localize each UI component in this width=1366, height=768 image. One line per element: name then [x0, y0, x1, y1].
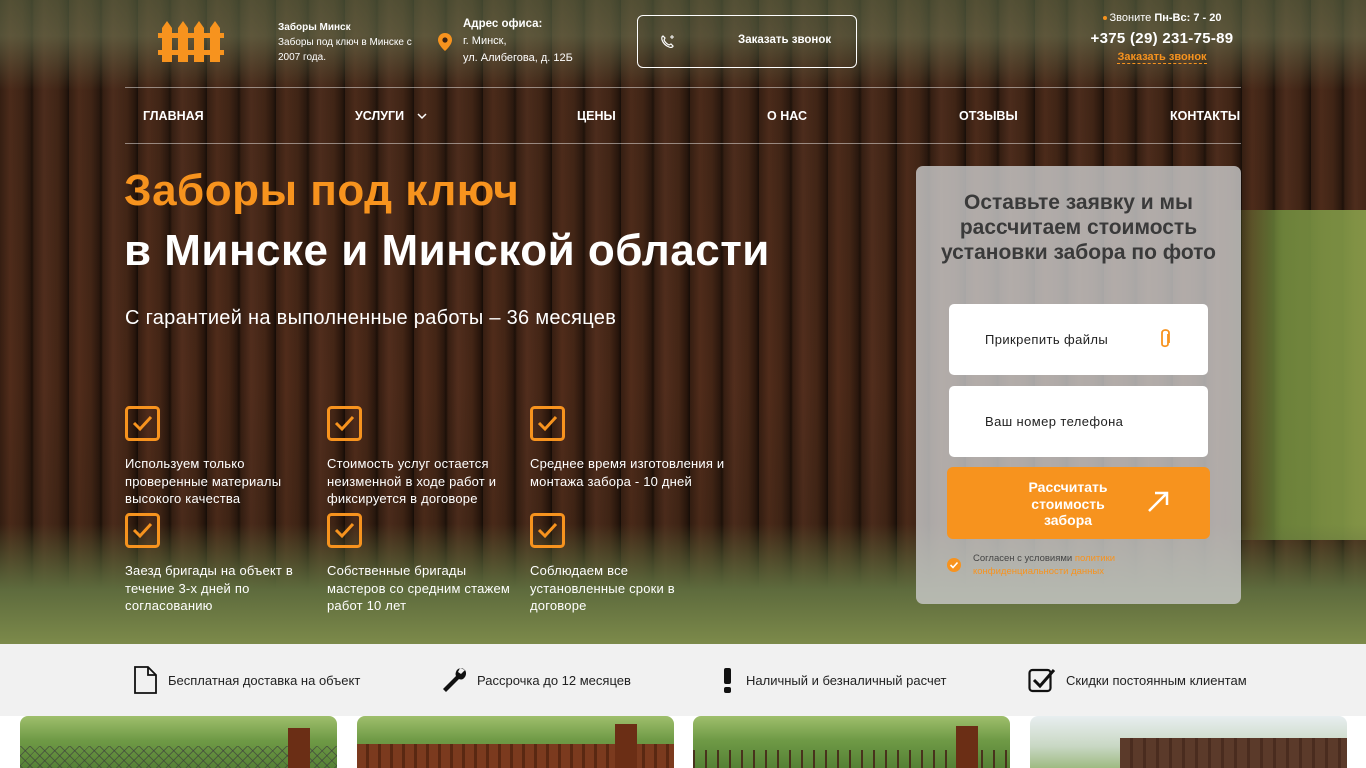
paperclip-icon[interactable]	[1158, 328, 1172, 350]
nav-item-about[interactable]: О НАС	[767, 109, 807, 123]
checkbox-icon	[125, 513, 160, 548]
fence-logo-icon[interactable]	[158, 18, 226, 64]
hero-section: Заборы Минск Заборы под ключ в Минске с …	[0, 0, 1366, 644]
checkbox-icon	[327, 513, 362, 548]
arrow-up-right-icon	[1148, 491, 1169, 512]
phone-handset-icon	[661, 35, 674, 49]
nav-item-services[interactable]: УСЛУГИ	[355, 109, 404, 123]
wrench-icon	[443, 668, 467, 692]
attach-files-field[interactable]: Прикрепить файлы	[949, 304, 1208, 375]
feature-text: Собственные бригады мастеров со средним …	[327, 563, 511, 613]
checkbox-icon	[530, 513, 565, 548]
hero-subtitle: С гарантией на выполненные работы – 36 м…	[125, 307, 617, 329]
benefit-label: Наличный и безналичный расчет	[746, 672, 947, 688]
checkbox-icon	[530, 406, 565, 441]
benefits-strip: Бесплатная доставка на объект Рассрочка …	[0, 644, 1366, 716]
calculate-price-button[interactable]: Рассчитать стоимость забора	[947, 467, 1210, 539]
checkbox-icon	[125, 406, 160, 441]
phone-input-placeholder: Ваш номер телефона	[985, 414, 1124, 429]
feature-item: Стоимость услуг остается неизменной в хо…	[327, 406, 522, 508]
benefit-item: Рассрочка до 12 месяцев	[441, 644, 631, 716]
work-hours: Звоните Пн-Вс: 7 - 20	[1082, 12, 1242, 24]
exclamation-icon	[724, 668, 731, 693]
phone-input[interactable]: Ваш номер телефона	[949, 386, 1208, 457]
feature-item: Заезд бригады на объект в течение 3-х дн…	[125, 513, 320, 615]
feature-item: Среднее время изготовления и монтажа заб…	[530, 406, 725, 490]
benefit-item: Скидки постоянным клиентам	[1028, 644, 1247, 716]
checkbox-icon	[1028, 668, 1056, 693]
feature-item: Соблюдаем все установленные сроки в дого…	[530, 513, 725, 615]
callback-button[interactable]: Заказать звонок	[637, 15, 857, 68]
product-card-picket[interactable]	[357, 716, 674, 768]
phone-block: Звоните Пн-Вс: 7 - 20 +375 (29) 231-75-8…	[1082, 12, 1242, 65]
benefit-label: Скидки постоянным клиентам	[1066, 672, 1247, 688]
address-label: Адрес офиса:	[463, 18, 543, 30]
form-title: Оставьте заявку и мы рассчитаем стоимост…	[940, 191, 1217, 264]
benefit-item: Бесплатная доставка на объект	[133, 644, 360, 716]
calculate-button-label: Рассчитать стоимость забора	[1028, 479, 1108, 528]
nav-item-home[interactable]: ГЛАВНАЯ	[143, 109, 204, 123]
brand-name: Заборы Минск	[278, 22, 351, 33]
nav-item-contacts[interactable]: КОНТАКТЫ	[1170, 109, 1240, 123]
benefit-item: Наличный и безналичный расчет	[720, 644, 946, 716]
checkbox-icon	[327, 406, 362, 441]
nav-item-prices[interactable]: ЦЕНЫ	[577, 109, 616, 123]
hours-value: Пн-Вс: 7 - 20	[1154, 12, 1222, 24]
brand-block: Заборы Минск Заборы под ключ в Минске с …	[278, 20, 428, 65]
chevron-down-icon[interactable]	[417, 113, 427, 120]
hero-title-main: в Минске и Минской области	[124, 226, 770, 275]
feature-text: Стоимость услуг остается неизменной в хо…	[327, 456, 497, 506]
hours-prefix: Звоните	[1109, 12, 1152, 24]
hero-title-accent: Заборы под ключ	[124, 166, 520, 215]
attach-files-label: Прикрепить файлы	[985, 332, 1109, 347]
map-pin-icon	[438, 33, 452, 51]
order-call-link[interactable]: Заказать звонок	[1117, 51, 1207, 64]
product-card-mesh[interactable]	[20, 716, 337, 768]
feature-text: Используем только проверенные материалы …	[125, 456, 282, 506]
document-icon	[134, 666, 157, 694]
phone-number[interactable]: +375 (29) 231-75-89	[1082, 30, 1242, 47]
feature-item: Собственные бригады мастеров со средним …	[327, 513, 522, 615]
feature-text: Заезд бригады на объект в течение 3-х дн…	[125, 563, 293, 613]
benefit-label: Бесплатная доставка на объект	[168, 672, 361, 688]
feature-item: Используем только проверенные материалы …	[125, 406, 320, 508]
address-city: г. Минск,	[463, 35, 507, 47]
brand-tagline: Заборы под ключ в Минске с 2007 года.	[278, 37, 412, 63]
main-nav: ГЛАВНАЯ УСЛУГИ ЦЕНЫ О НАС ОТЗЫВЫ КОНТАКТ…	[125, 87, 1241, 144]
product-card-profiled[interactable]	[1030, 716, 1347, 768]
feature-text: Среднее время изготовления и монтажа заб…	[530, 456, 725, 489]
nav-item-reviews[interactable]: ОТЗЫВЫ	[959, 109, 1018, 123]
address-street: ул. Алибегова, д. 12Б	[463, 52, 573, 64]
consent-text: Согласен с условиями	[973, 553, 1073, 564]
benefit-label: Рассрочка до 12 месяцев	[477, 672, 631, 688]
callback-button-label: Заказать звонок	[738, 34, 832, 46]
quote-form: Оставьте заявку и мы рассчитаем стоимост…	[916, 166, 1241, 604]
consent-check-icon[interactable]	[947, 558, 961, 572]
product-card-grid[interactable]	[693, 716, 1010, 768]
feature-text: Соблюдаем все установленные сроки в дого…	[530, 563, 675, 613]
